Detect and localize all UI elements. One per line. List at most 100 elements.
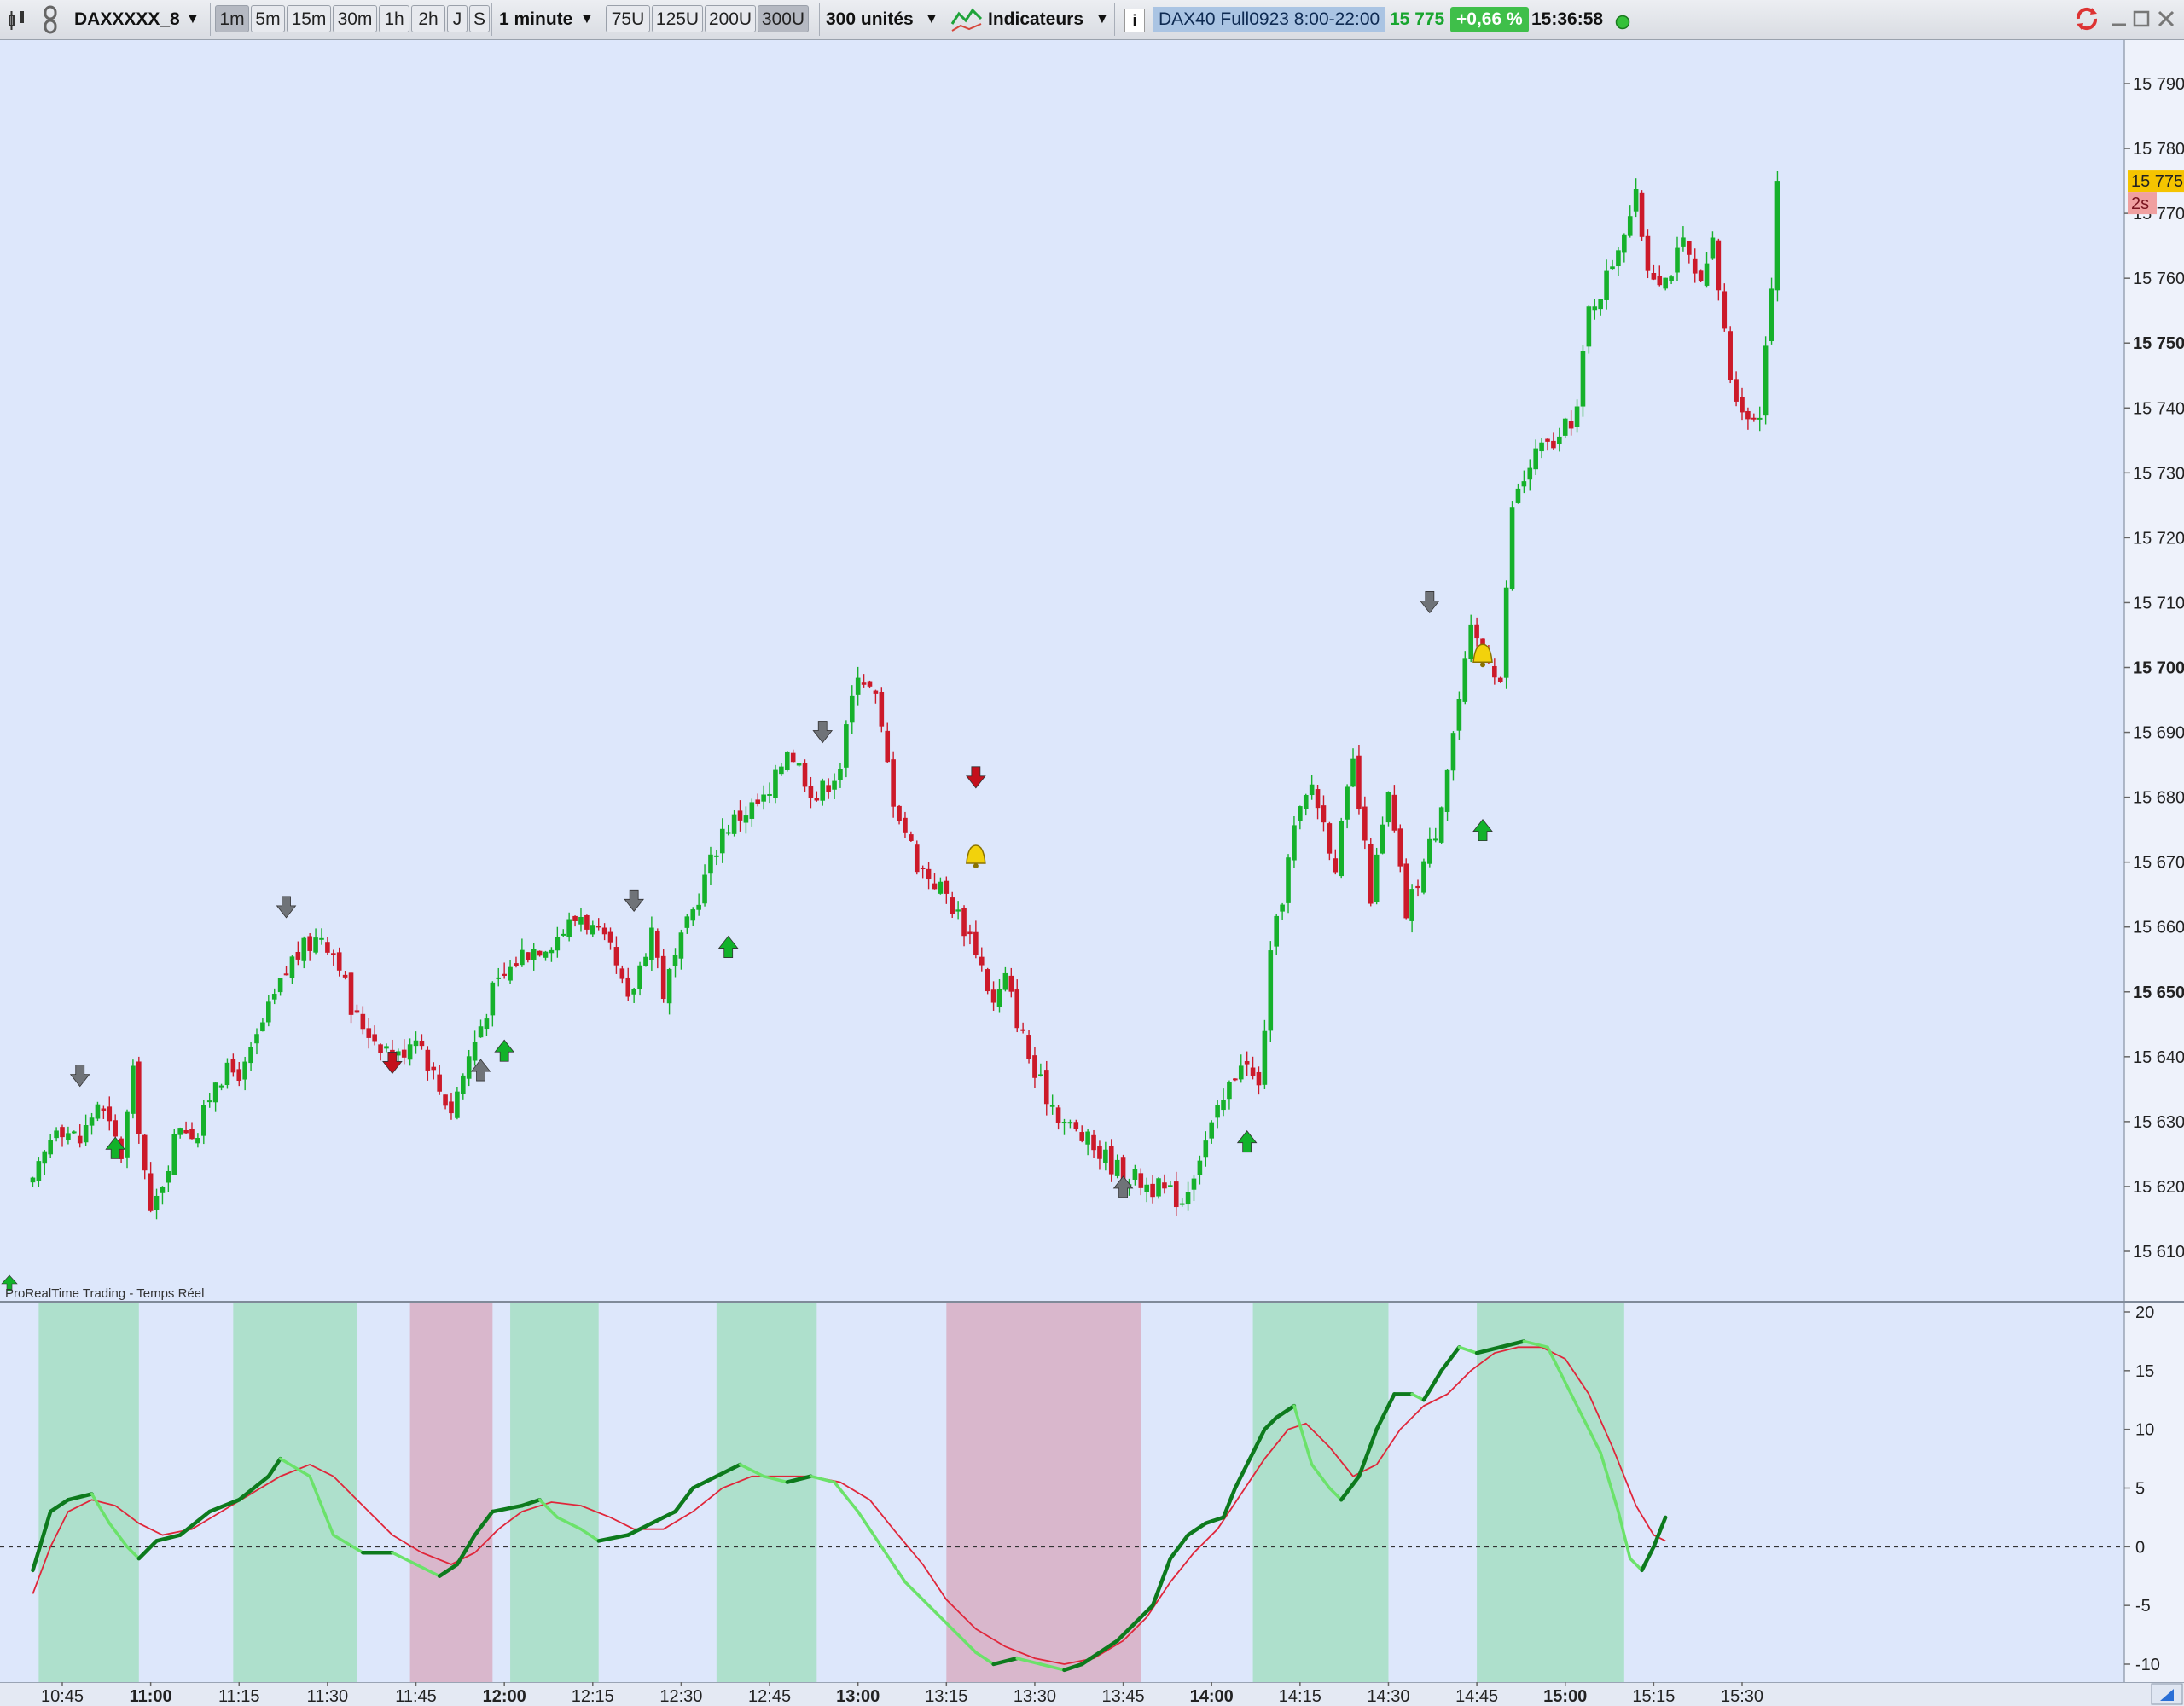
candle[interactable] <box>131 1059 136 1119</box>
candle[interactable] <box>1503 580 1509 689</box>
candle[interactable] <box>1368 838 1374 907</box>
indicators-menu[interactable]: Indicateurs <box>988 4 1083 35</box>
instrument-selector[interactable]: DAXXXXX_8 <box>74 4 180 35</box>
timeframe-S-button[interactable]: S <box>469 5 490 32</box>
candle-body <box>1049 1105 1055 1107</box>
candle[interactable] <box>455 1087 460 1120</box>
timeframe-2h-button[interactable]: 2h <box>411 5 445 32</box>
candle-body <box>1362 806 1368 841</box>
oscillator-axis-label: 5 <box>2135 1480 2145 1499</box>
candle[interactable] <box>171 1129 177 1175</box>
candle[interactable] <box>1763 336 1769 425</box>
candle-body <box>932 883 938 890</box>
candle[interactable] <box>1462 651 1468 705</box>
maximize-icon[interactable] <box>2133 6 2150 37</box>
candle-body <box>1468 624 1473 659</box>
candle[interactable] <box>224 1058 230 1089</box>
timeframe-30m-button[interactable]: 30m <box>333 5 377 32</box>
candle-body <box>425 1049 431 1071</box>
interval-chevron-down-icon[interactable]: ▼ <box>580 4 594 35</box>
candle[interactable] <box>1374 847 1380 905</box>
candle-body <box>1309 784 1315 796</box>
candle-body <box>1233 1078 1238 1081</box>
oscillator-chart[interactable]: 20 15 10 5 0 -5 -10 <box>0 1303 2184 1682</box>
chart-type-icon[interactable] <box>5 7 31 38</box>
timeframe-5m-button[interactable]: 5m <box>251 5 285 32</box>
time-axis-label: 15:00 <box>1543 1687 1587 1706</box>
timeframe-15m-button[interactable]: 15m <box>287 5 331 32</box>
candle-body <box>802 763 808 787</box>
candle[interactable] <box>1339 817 1345 879</box>
candle[interactable] <box>1698 269 1704 282</box>
candle[interactable] <box>879 687 885 733</box>
candle[interactable] <box>136 1056 142 1144</box>
candle-body <box>1763 345 1769 416</box>
candle-body <box>1173 1181 1179 1208</box>
candle-body <box>961 908 967 937</box>
candle-body <box>342 974 348 978</box>
candle[interactable] <box>784 751 790 772</box>
candle[interactable] <box>1774 170 1780 302</box>
candle[interactable] <box>1385 791 1391 827</box>
candle-body <box>201 1105 206 1136</box>
price-axis-label: 15 730 <box>2133 464 2184 483</box>
link-icon[interactable] <box>41 5 60 36</box>
candle[interactable] <box>1562 417 1568 438</box>
indicators-icon[interactable] <box>950 3 983 34</box>
oscillator-axis-label: 15 <box>2135 1362 2154 1381</box>
price-axis-label: 15 620 <box>2133 1178 2184 1197</box>
candle[interactable] <box>1268 941 1274 1042</box>
candle[interactable] <box>1509 501 1515 591</box>
candle-body <box>1645 235 1651 271</box>
candle-body <box>1415 885 1420 889</box>
candle[interactable] <box>95 1101 101 1122</box>
candle[interactable] <box>1421 858 1426 895</box>
scroll-end-button[interactable] <box>2151 1683 2183 1705</box>
time-axis-label: 13:00 <box>836 1687 880 1706</box>
tick-75U-button[interactable]: 75U <box>606 5 650 32</box>
sync-icon[interactable] <box>2071 3 2102 34</box>
candle-body <box>1427 838 1432 864</box>
candle[interactable] <box>985 967 990 995</box>
candle[interactable] <box>1580 345 1586 417</box>
candle-body <box>1203 1140 1209 1158</box>
candle-body <box>920 868 926 870</box>
candle[interactable] <box>1397 824 1403 873</box>
minimize-icon[interactable] <box>2111 6 2128 37</box>
candle[interactable] <box>1639 190 1645 241</box>
timeframe-J-button[interactable]: J <box>447 5 468 32</box>
units-selector[interactable]: 300 unités <box>826 4 914 35</box>
candle[interactable] <box>1586 305 1592 354</box>
instrument-chevron-down-icon[interactable]: ▼ <box>186 4 200 35</box>
price-axis-label: 15 740 <box>2133 399 2184 418</box>
candle-body <box>1734 379 1739 402</box>
candle[interactable] <box>914 840 920 875</box>
candle-body <box>224 1062 230 1085</box>
tick-125U-button[interactable]: 125U <box>652 5 703 32</box>
candle[interactable] <box>1728 326 1733 384</box>
candle-body <box>654 930 660 958</box>
timeframe-1h-button[interactable]: 1h <box>379 5 410 32</box>
candle-body <box>431 1066 437 1071</box>
candle[interactable] <box>1403 858 1409 920</box>
info-icon[interactable]: i <box>1124 9 1145 32</box>
scroll-end-icon[interactable] <box>2151 1683 2183 1705</box>
time-axis-label: 10:45 <box>41 1687 84 1706</box>
candle[interactable] <box>1438 806 1444 844</box>
units-chevron-down-icon[interactable]: ▼ <box>925 4 938 35</box>
candle-body <box>1391 794 1397 831</box>
tick-300U-button[interactable]: 300U <box>758 5 809 32</box>
interval-selector[interactable]: 1 minute <box>499 4 572 35</box>
candle-body <box>1497 677 1503 682</box>
price-chart[interactable]: 15 79015 78015 77015 76015 75015 74015 7… <box>0 40 2184 1303</box>
candle[interactable] <box>1663 277 1668 291</box>
candle[interactable] <box>1156 1177 1161 1199</box>
candle-body <box>437 1074 442 1092</box>
candle[interactable] <box>660 949 666 1003</box>
timeframe-1m-button[interactable]: 1m <box>215 5 249 32</box>
close-icon[interactable] <box>2157 6 2175 37</box>
candle[interactable] <box>773 764 778 804</box>
tick-200U-button[interactable]: 200U <box>705 5 756 32</box>
indicators-chevron-down-icon[interactable]: ▼ <box>1095 4 1109 35</box>
candle[interactable] <box>1645 229 1651 279</box>
